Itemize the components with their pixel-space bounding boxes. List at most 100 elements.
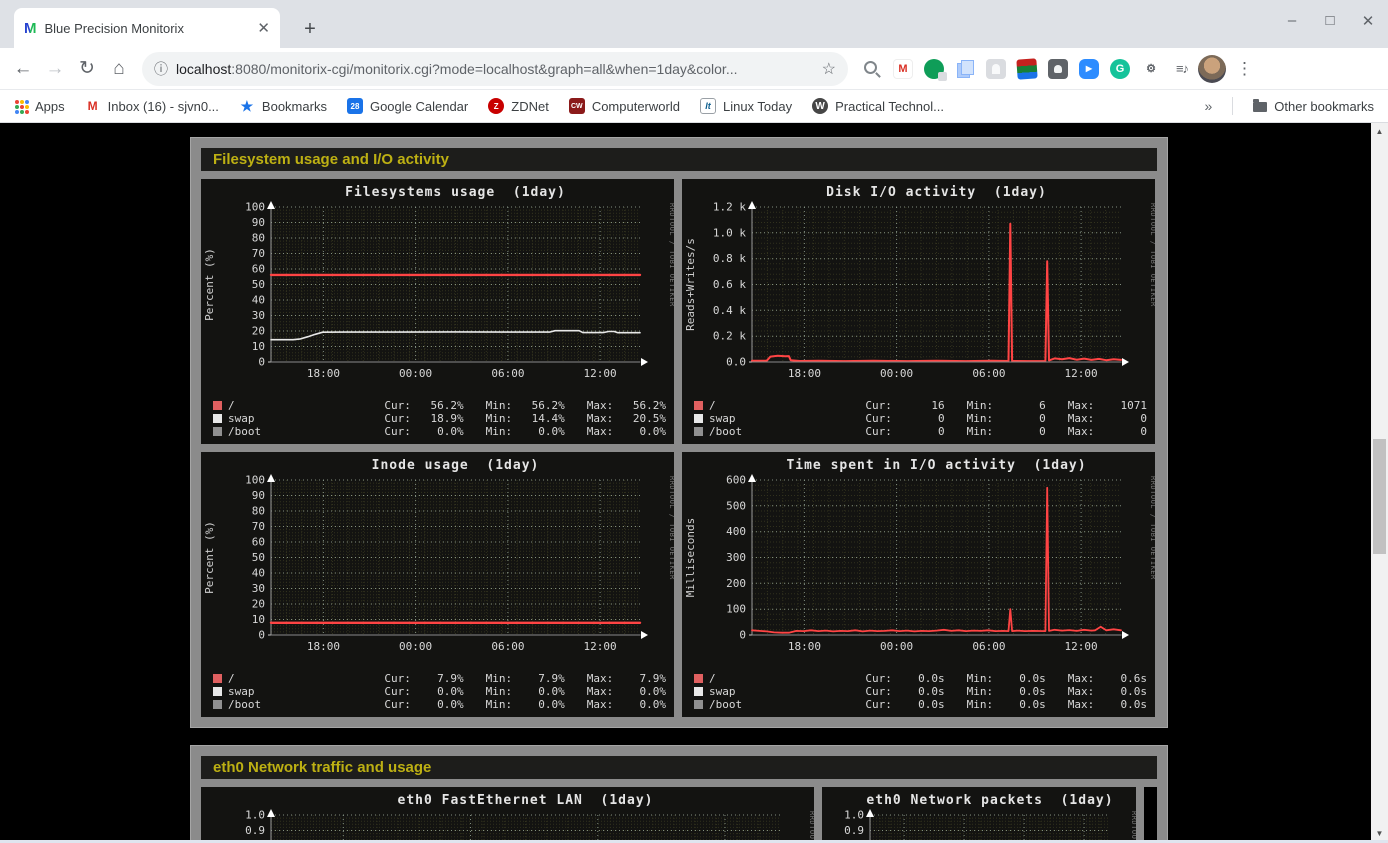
bookmark-label: Linux Today xyxy=(723,99,792,114)
time-io-graph[interactable]: 010020030040050060018:0000:0006:0012:00T… xyxy=(682,452,1155,672)
legend-swatch xyxy=(694,700,703,709)
svg-text:RRDTOOL / TOBI OETIKER: RRDTOOL / TOBI OETIKER xyxy=(1149,476,1155,580)
bookmark-item[interactable]: Z ZDNet xyxy=(488,98,549,114)
filesystem-section: Filesystem usage and I/O activity 010203… xyxy=(190,137,1168,728)
other-bookmarks[interactable]: Other bookmarks xyxy=(1253,99,1374,114)
url-text[interactable]: localhost:8080/monitorix-cgi/monitorix.c… xyxy=(176,61,814,77)
bookmark-item[interactable]: ★Bookmarks xyxy=(239,98,327,114)
copy-icon[interactable] xyxy=(955,59,975,79)
filesystems-usage-legend: /Cur:56.2%Min:56.2%Max:56.2%swapCur:18.9… xyxy=(201,399,674,444)
inode-usage-graph[interactable]: 010203040506070809010018:0000:0006:0012:… xyxy=(201,452,674,672)
filesystems-usage-graph[interactable]: 010203040506070809010018:0000:0006:0012:… xyxy=(201,179,674,399)
svg-text:40: 40 xyxy=(252,567,265,580)
disk-io-graph[interactable]: 0.00.2 k0.4 k0.6 k0.8 k1.0 k1.2 k18:0000… xyxy=(682,179,1155,399)
svg-text:12:00: 12:00 xyxy=(1065,640,1098,653)
address-bar[interactable]: ⓘ localhost:8080/monitorix-cgi/monitorix… xyxy=(142,52,848,86)
svg-text:10: 10 xyxy=(252,613,265,626)
recorder-icon[interactable] xyxy=(986,59,1006,79)
svg-text:06:00: 06:00 xyxy=(972,367,1005,380)
legend-swatch xyxy=(213,700,222,709)
section-title-network: eth0 Network traffic and usage xyxy=(201,756,1157,779)
legend-swatch xyxy=(213,687,222,696)
window-maximize-button[interactable]: □ xyxy=(1322,12,1338,30)
legend-swatch xyxy=(694,427,703,436)
window-close-button[interactable]: ✕ xyxy=(1360,12,1376,30)
scrollbar-thumb[interactable] xyxy=(1373,439,1386,554)
bookmark-label: Inbox (16) - sjvn0... xyxy=(108,99,219,114)
legend-row: swapCur:0.0sMin:0.0sMax:0.0s xyxy=(694,685,1147,698)
svg-text:00:00: 00:00 xyxy=(880,640,913,653)
svg-text:RRDTOOL / TOBI OETIKER: RRDTOOL / TOBI OETIKER xyxy=(1130,811,1136,842)
legend-swatch xyxy=(694,401,703,410)
browser-menu-icon[interactable]: ⋮ xyxy=(1232,59,1257,79)
bookmark-star-icon[interactable]: ☆ xyxy=(822,59,836,79)
svg-text:0.2 k: 0.2 k xyxy=(713,330,746,343)
chart-filesystems-usage[interactable]: 010203040506070809010018:0000:0006:0012:… xyxy=(201,179,674,444)
svg-text:60: 60 xyxy=(252,536,265,549)
svg-text:0: 0 xyxy=(258,356,265,369)
playlist-icon[interactable]: ≡♪ xyxy=(1172,59,1192,79)
section-title-filesystem: Filesystem usage and I/O activity xyxy=(201,148,1157,171)
svg-text:50: 50 xyxy=(252,278,265,291)
legend-series-name: / xyxy=(709,399,865,412)
bookmark-item[interactable]: MInbox (16) - sjvn0... xyxy=(85,98,219,114)
bookmark-item[interactable]: CWComputerworld xyxy=(569,98,680,114)
disk-io-legend: /Cur:16Min:6Max:1071swapCur:0Min:0Max:0/… xyxy=(682,399,1155,444)
zoom-icon[interactable]: ▶ xyxy=(1079,59,1099,79)
legend-row: swapCur:18.9%Min:14.4%Max:20.5% xyxy=(213,412,666,425)
svg-text:1.0: 1.0 xyxy=(245,809,265,822)
new-tab-button[interactable]: + xyxy=(298,18,322,42)
legend-series-name: swap xyxy=(228,685,384,698)
bookmark-item[interactable]: ltLinux Today xyxy=(700,98,792,114)
tab-close-icon[interactable]: ✕ xyxy=(257,19,270,37)
page-scrollbar[interactable]: ▲ ▼ xyxy=(1371,123,1388,842)
chart-time-io[interactable]: 010020030040050060018:0000:0006:0012:00T… xyxy=(682,452,1155,717)
chart-inode-usage[interactable]: 010203040506070809010018:0000:0006:0012:… xyxy=(201,452,674,717)
svg-text:30: 30 xyxy=(252,309,265,322)
svg-text:18:00: 18:00 xyxy=(788,640,821,653)
books-icon[interactable] xyxy=(1016,58,1037,79)
bookmark-item[interactable]: 28Google Calendar xyxy=(347,98,468,114)
search-icon[interactable] xyxy=(862,59,882,79)
keep-icon[interactable] xyxy=(1048,59,1068,79)
bookmark-label: ZDNet xyxy=(511,99,549,114)
bookmarks-overflow-icon[interactable]: » xyxy=(1205,98,1213,114)
voice-icon[interactable] xyxy=(924,59,944,79)
scroll-up-icon[interactable]: ▲ xyxy=(1371,123,1388,140)
chart-eth0-lan[interactable]: 0.00.10.20.30.40.50.60.70.80.91.018:0000… xyxy=(201,787,814,842)
chart-eth0-packets[interactable]: 0.00.10.20.30.40.50.60.70.80.91.018:0000… xyxy=(822,787,1136,842)
svg-text:Percent (%): Percent (%) xyxy=(203,521,216,594)
page-content: Filesystem usage and I/O activity 010203… xyxy=(0,123,1388,842)
grammarly-icon[interactable]: G xyxy=(1110,59,1130,79)
profile-avatar[interactable] xyxy=(1198,55,1226,83)
home-button[interactable]: ⌂ xyxy=(106,56,132,82)
legend-swatch xyxy=(694,414,703,423)
page-info-icon[interactable]: ⓘ xyxy=(154,59,168,79)
svg-text:300: 300 xyxy=(726,551,746,564)
svg-text:12:00: 12:00 xyxy=(1065,367,1098,380)
svg-text:00:00: 00:00 xyxy=(399,640,432,653)
legend-series-name: swap xyxy=(228,412,384,425)
svg-text:40: 40 xyxy=(252,294,265,307)
extensions-icon[interactable]: ⚙ xyxy=(1141,59,1161,79)
network-section: eth0 Network traffic and usage 0.00.10.2… xyxy=(190,745,1168,842)
bookmark-item[interactable]: WPractical Technol... xyxy=(812,98,944,114)
reload-button[interactable]: ↻ xyxy=(74,56,100,82)
legend-swatch xyxy=(213,401,222,410)
svg-text:Time spent in I/O activity (1: Time spent in I/O activity (1day) xyxy=(786,458,1086,473)
svg-text:RRDTOOL / TOBI OETIKER: RRDTOOL / TOBI OETIKER xyxy=(808,811,814,842)
chart-disk-io[interactable]: 0.00.2 k0.4 k0.6 k0.8 k1.0 k1.2 k18:0000… xyxy=(682,179,1155,444)
eth0-packets-graph[interactable]: 0.00.10.20.30.40.50.60.70.80.91.018:0000… xyxy=(822,787,1136,842)
zdnet-bm: Z xyxy=(488,98,504,114)
extension-icons: M ▶ G ⚙ ≡♪ xyxy=(862,59,1192,79)
back-button[interactable]: ← xyxy=(10,56,36,82)
gmail-icon[interactable]: M xyxy=(893,59,913,79)
apps-shortcut[interactable]: Apps xyxy=(14,99,65,114)
legend-swatch xyxy=(213,427,222,436)
legend-series-name: /boot xyxy=(228,425,384,438)
eth0-lan-graph[interactable]: 0.00.10.20.30.40.50.60.70.80.91.018:0000… xyxy=(201,787,814,842)
window-minimize-button[interactable]: – xyxy=(1284,12,1300,30)
svg-text:70: 70 xyxy=(252,247,265,260)
forward-button[interactable]: → xyxy=(42,56,68,82)
browser-tab[interactable]: M Blue Precision Monitorix ✕ xyxy=(14,8,280,48)
